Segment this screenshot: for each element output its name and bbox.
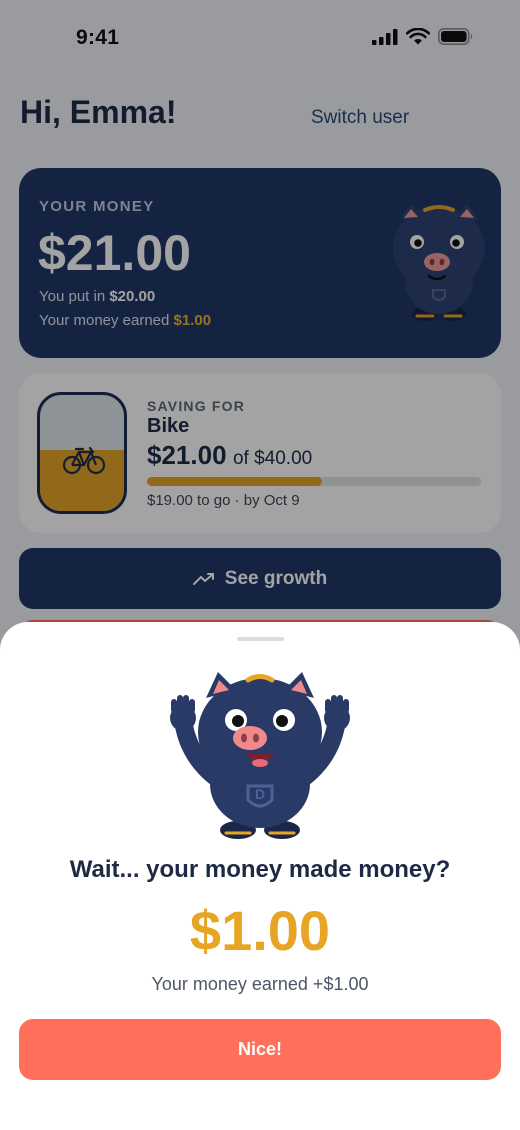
- sheet-title: Wait... your money made money?: [69, 856, 451, 883]
- earned-amount: $1.00: [189, 899, 331, 962]
- sheet-grabber[interactable]: [237, 637, 284, 641]
- sheet-subtitle: Your money earned +$1.00: [151, 974, 369, 994]
- earnings-bottom-sheet: D Wait... your money made money? $1.00 Y…: [0, 622, 520, 1130]
- cheering-piggy-icon: D: [170, 672, 350, 839]
- svg-text:D: D: [255, 786, 265, 802]
- nice-button[interactable]: Nice!: [19, 1019, 501, 1080]
